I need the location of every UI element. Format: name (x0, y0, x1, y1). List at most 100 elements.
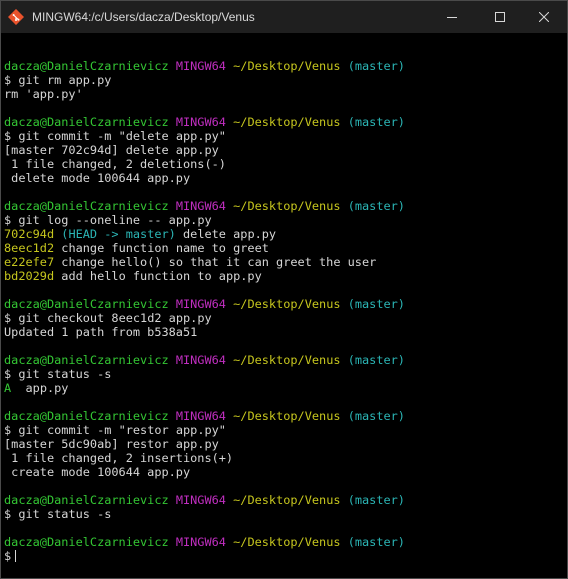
text-cursor (15, 550, 17, 562)
prompt-symbol: $ (4, 213, 12, 227)
prompt-line: dacza@DanielCzarnievicz MINGW64 ~/Deskto… (4, 59, 552, 73)
output-line: rm 'app.py' (4, 87, 83, 101)
prompt-system: MINGW64 (175, 297, 226, 311)
prompt-user-host: dacza@DanielCzarnievicz (4, 199, 169, 213)
log-entry: 8eec1d2 change function name to greet (4, 241, 552, 255)
prompt-path: ~/Desktop/Venus (233, 115, 341, 129)
close-icon (539, 12, 549, 22)
scrollbar[interactable] (551, 33, 567, 577)
prompt-user-host: dacza@DanielCzarnievicz (4, 493, 169, 507)
prompt-line: dacza@DanielCzarnievicz MINGW64 ~/Deskto… (4, 535, 552, 549)
prompt-path: ~/Desktop/Venus (233, 353, 341, 367)
prompt-user-host: dacza@DanielCzarnievicz (4, 59, 169, 73)
prompt-symbol: $ (4, 423, 12, 437)
terminal-window: MINGW64:/c/Users/dacza/Desktop/Venus dac… (0, 0, 568, 579)
prompt-line: dacza@DanielCzarnievicz MINGW64 ~/Deskto… (4, 409, 552, 423)
log-entry: bd2029d add hello function to app.py (4, 269, 552, 283)
git-bash-icon (7, 8, 25, 26)
close-button[interactable] (521, 1, 567, 33)
command-text: git log --oneline -- app.py (18, 213, 212, 227)
commit-hash: e22efe7 (4, 255, 55, 269)
prompt-branch: (master) (347, 59, 405, 73)
commit-message: add hello function to app.py (61, 269, 262, 283)
prompt-system: MINGW64 (175, 59, 226, 73)
output-line: 1 file changed, 2 deletions(-) (4, 157, 226, 171)
prompt-user-host: dacza@DanielCzarnievicz (4, 535, 169, 549)
title-bar[interactable]: MINGW64:/c/Users/dacza/Desktop/Venus (1, 1, 567, 33)
prompt-user-host: dacza@DanielCzarnievicz (4, 409, 169, 423)
prompt-user-host: dacza@DanielCzarnievicz (4, 353, 169, 367)
prompt-branch: (master) (347, 115, 405, 129)
command-text: git rm app.py (18, 73, 112, 87)
commit-hash: 8eec1d2 (4, 241, 55, 255)
maximize-icon (495, 12, 505, 22)
prompt-symbol: $ (4, 129, 12, 143)
prompt-branch: (master) (347, 535, 405, 549)
prompt-path: ~/Desktop/Venus (233, 409, 341, 423)
scrollbar-thumb[interactable] (554, 37, 564, 573)
maximize-button[interactable] (477, 1, 523, 33)
terminal-output[interactable]: dacza@DanielCzarnievicz MINGW64 ~/Deskto… (4, 45, 552, 575)
command-line: $ git checkout 8eec1d2 app.py (4, 311, 552, 325)
commit-hash: 702c94d (4, 227, 55, 241)
prompt-system: MINGW64 (175, 535, 226, 549)
commit-message: change function name to greet (61, 241, 269, 255)
prompt-line: dacza@DanielCzarnievicz MINGW64 ~/Deskto… (4, 493, 552, 507)
command-text: git commit -m "delete app.py" (18, 129, 226, 143)
command-text: git commit -m "restor app.py" (18, 423, 226, 437)
prompt-system: MINGW64 (175, 493, 226, 507)
prompt-system: MINGW64 (175, 353, 226, 367)
command-text: git status -s (18, 507, 112, 521)
output-line: create mode 100644 app.py (4, 465, 191, 479)
prompt-path: ~/Desktop/Venus (233, 493, 341, 507)
prompt-symbol: $ (4, 507, 12, 521)
prompt-symbol: $ (4, 73, 12, 87)
log-entry: e22efe7 change hello() so that it can gr… (4, 255, 552, 269)
commit-hash: bd2029d (4, 269, 55, 283)
commit-message: change hello() so that it can greet the … (61, 255, 377, 269)
minimize-button[interactable] (429, 1, 475, 33)
input-line: $ (4, 549, 552, 563)
status-file: app.py (25, 381, 69, 395)
output-line: [master 5dc90ab] restor app.py (4, 437, 219, 451)
prompt-branch: (master) (347, 297, 405, 311)
command-line: $ git log --oneline -- app.py (4, 213, 552, 227)
minimize-icon (447, 17, 457, 18)
commit-ref: (HEAD -> master) (61, 227, 176, 241)
prompt-line: dacza@DanielCzarnievicz MINGW64 ~/Deskto… (4, 297, 552, 311)
prompt-symbol: $ (4, 549, 12, 563)
prompt-user-host: dacza@DanielCzarnievicz (4, 297, 169, 311)
prompt-branch: (master) (347, 199, 405, 213)
prompt-path: ~/Desktop/Venus (233, 199, 341, 213)
prompt-line: dacza@DanielCzarnievicz MINGW64 ~/Deskto… (4, 199, 552, 213)
prompt-branch: (master) (347, 493, 405, 507)
output-line: [master 702c94d] delete app.py (4, 143, 219, 157)
output-line: delete mode 100644 app.py (4, 171, 191, 185)
command-line: $ git status -s (4, 507, 552, 521)
status-flag: A (4, 381, 12, 395)
command-line: $ git status -s (4, 367, 552, 381)
prompt-system: MINGW64 (175, 115, 226, 129)
status-line: A app.py (4, 381, 552, 395)
prompt-branch: (master) (347, 409, 405, 423)
prompt-symbol: $ (4, 311, 12, 325)
prompt-path: ~/Desktop/Venus (233, 535, 341, 549)
log-entry: 702c94d (HEAD -> master) delete app.py (4, 227, 552, 241)
prompt-line: dacza@DanielCzarnievicz MINGW64 ~/Deskto… (4, 353, 552, 367)
prompt-path: ~/Desktop/Venus (233, 59, 341, 73)
command-line: $ git rm app.py (4, 73, 552, 87)
prompt-path: ~/Desktop/Venus (233, 297, 341, 311)
command-text: git status -s (18, 367, 112, 381)
prompt-line: dacza@DanielCzarnievicz MINGW64 ~/Deskto… (4, 115, 552, 129)
window-title: MINGW64:/c/Users/dacza/Desktop/Venus (32, 10, 255, 24)
prompt-symbol: $ (4, 367, 12, 381)
commit-message: delete app.py (183, 227, 277, 241)
output-line: 1 file changed, 2 insertions(+) (4, 451, 234, 465)
prompt-user-host: dacza@DanielCzarnievicz (4, 115, 169, 129)
